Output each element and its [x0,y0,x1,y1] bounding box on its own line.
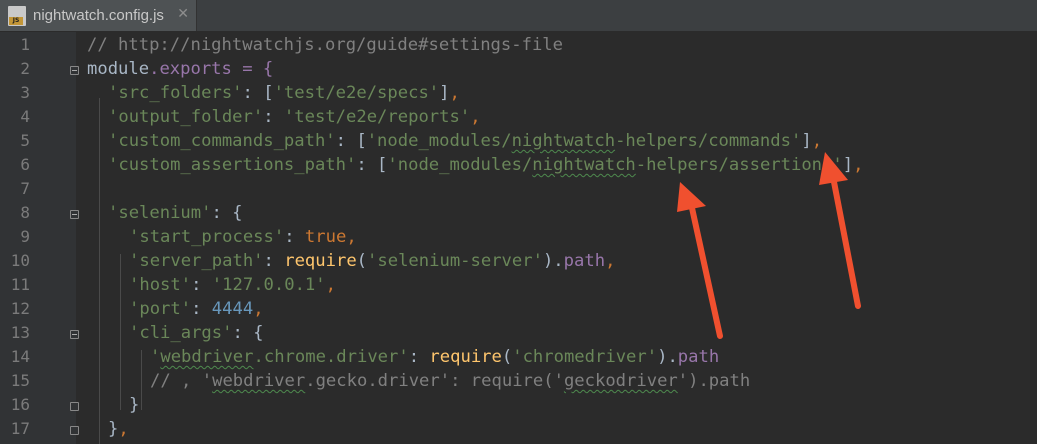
annotation-arrow-right [819,152,861,309]
annotation-arrow-left [677,182,723,339]
annotation-arrows [677,152,861,339]
